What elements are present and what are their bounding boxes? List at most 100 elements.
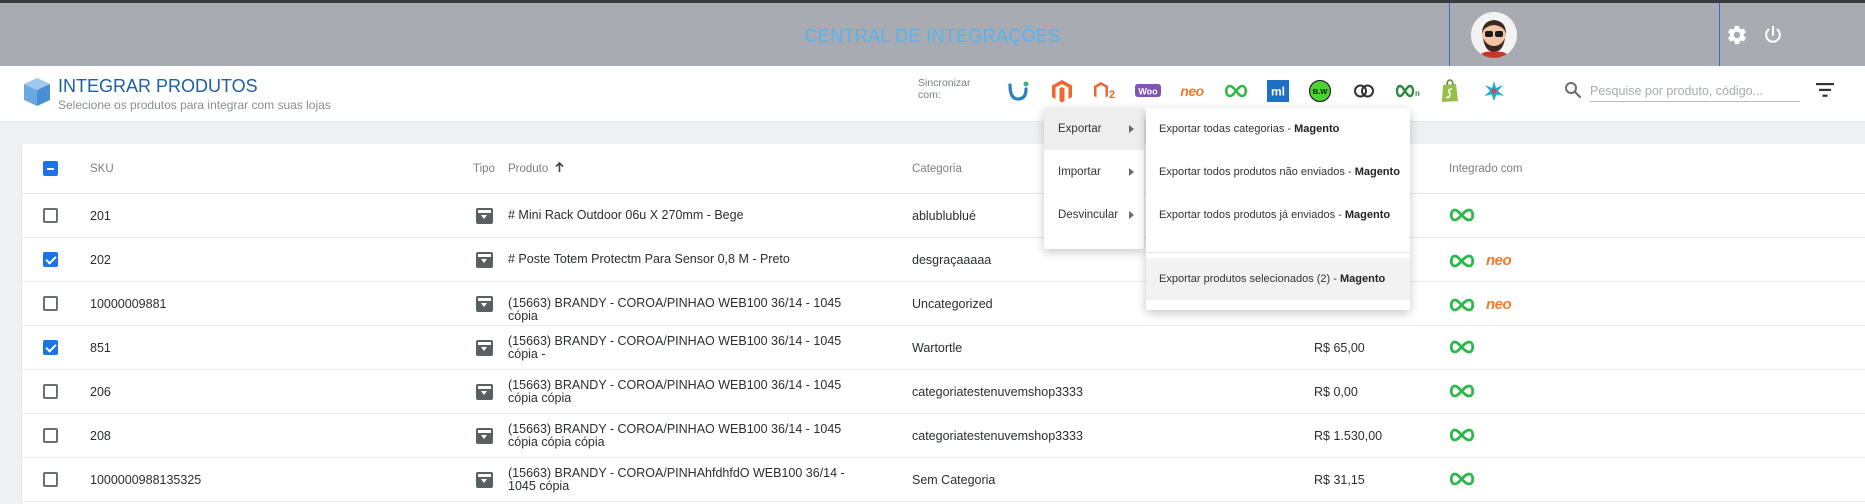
table-row[interactable]: 10000009881 (15663) BRANDY - COROA/PINHAO… [22, 282, 1865, 326]
menu-item-importar[interactable]: Importar [1044, 151, 1144, 193]
row-checkbox[interactable] [43, 340, 58, 355]
top-bar: CENTRAL DE INTEGRAÇÕES [0, 0, 1865, 66]
svg-text:Woo: Woo [1138, 87, 1158, 97]
sku-cell: 201 [90, 209, 111, 223]
infinity-icon[interactable] [1222, 78, 1250, 104]
product-cell[interactable]: (15663) BRANDY - COROA/PINHAO WEB100 36/… [508, 335, 868, 361]
category-cell: categoriatestenuvemshop3333 [912, 385, 1083, 399]
woocommerce-icon[interactable]: Woo [1134, 78, 1162, 104]
row-checkbox[interactable] [43, 296, 58, 311]
magento2-icon[interactable]: 2 [1092, 78, 1120, 104]
infinity-n-icon[interactable]: n [1394, 78, 1422, 104]
user-area[interactable] [1449, 3, 1720, 66]
row-checkbox[interactable] [43, 384, 58, 399]
product-type-icon [476, 296, 493, 312]
submenu-text: Exportar todos produtos não enviados - [1159, 166, 1355, 178]
table-row[interactable]: 1000000988135325 (15663) BRANDY - COROA/P… [22, 458, 1865, 502]
integrations-cell [1448, 472, 1476, 486]
table-row[interactable]: 851 (15663) BRANDY - COROA/PINHAO WEB100 … [22, 326, 1865, 370]
submenu-platform: Magento [1344, 209, 1391, 221]
row-checkbox[interactable] [43, 208, 58, 223]
page-subtitle: Selecione os produtos para integrar com … [58, 98, 331, 112]
filter-icon[interactable] [1815, 82, 1837, 100]
table-row[interactable]: 208 (15663) BRANDY - COROA/PINHAO WEB100 … [22, 414, 1865, 458]
search-box [1562, 78, 1802, 104]
table-row[interactable]: 201 # Mini Rack Outdoor 06u X 270mm - Beg… [22, 194, 1865, 238]
submenu-platform: Magento [1354, 166, 1400, 178]
shopify-icon[interactable] [1436, 78, 1464, 104]
sku-cell: 10000009881 [90, 297, 167, 311]
cube-icon [22, 76, 52, 108]
price-cell: R$ 0,00 [1314, 385, 1358, 399]
caret-right-icon [1129, 211, 1134, 219]
select-all-checkbox[interactable] [43, 161, 58, 176]
category-cell: categoriatestenuvemshop3333 [912, 429, 1083, 443]
mercadolivre-icon[interactable]: ml [1264, 78, 1292, 104]
product-cell[interactable]: (15663) BRANDY - COROA/PINHAO WEB100 36/… [508, 297, 868, 323]
integrations-cell [1448, 208, 1476, 222]
submenu-export-selected-products[interactable]: Exportar produtos selecionados (2) - Mag… [1146, 258, 1410, 300]
submenu-text: Exportar todos produtos já enviados - [1159, 209, 1345, 221]
table-header: SKU Tipo Produto Categoria Integrado com [22, 144, 1865, 194]
infinity-icon [1448, 472, 1476, 486]
integrations-cell [1448, 340, 1476, 354]
col-integrado[interactable]: Integrado com [1449, 144, 1523, 194]
svg-text:B.W: B.W [1313, 87, 1329, 96]
avatar[interactable] [1471, 12, 1517, 58]
col-produto[interactable]: Produto [508, 144, 565, 195]
product-type-icon [476, 428, 493, 444]
row-checkbox[interactable] [43, 428, 58, 443]
submenu-export-unsent-products[interactable]: Exportar todos produtos não enviados - M… [1146, 151, 1410, 193]
bw-icon[interactable]: B.W [1306, 78, 1334, 104]
row-checkbox[interactable] [43, 472, 58, 487]
search-input[interactable] [1590, 80, 1800, 102]
row-checkbox[interactable] [43, 252, 58, 267]
menu-item-label: Exportar [1058, 123, 1102, 135]
submenu-text: Exportar todas categorias - [1159, 123, 1295, 135]
submenu-platform: Magento [1339, 273, 1386, 285]
submenu-export-all-categories[interactable]: Exportar todas categorias - Magento [1146, 108, 1410, 150]
col-produto-label: Produto [508, 163, 549, 175]
links-icon[interactable] [1350, 78, 1378, 104]
gear-icon[interactable] [1726, 24, 1748, 46]
power-icon[interactable] [1762, 24, 1784, 46]
sku-cell: 1000000988135325 [90, 473, 202, 487]
menu-item-desvincular[interactable]: Desvincular [1044, 194, 1144, 236]
integrations-cell: neo [1448, 252, 1512, 269]
product-type-icon [476, 208, 493, 224]
svg-text:n: n [1415, 89, 1420, 98]
caret-right-icon [1129, 125, 1134, 133]
svg-text:ml: ml [1271, 85, 1285, 99]
col-sku[interactable]: SKU [90, 144, 114, 194]
submenu-export-sent-products[interactable]: Exportar todos produtos já enviados - Ma… [1146, 194, 1410, 236]
table-row[interactable]: 206 (15663) BRANDY - COROA/PINHAO WEB100 … [22, 370, 1865, 414]
product-cell[interactable]: (15663) BRANDY - COROA/PINHAhfdhfdO WEB1… [508, 467, 868, 493]
sku-cell: 208 [90, 429, 111, 443]
submenu-text: Exportar produtos selecionados (2) - [1159, 273, 1340, 285]
integrations-cell: neo [1448, 296, 1512, 313]
col-categoria[interactable]: Categoria [912, 144, 962, 194]
infinity-icon [1448, 340, 1476, 354]
sku-cell: 202 [90, 253, 111, 267]
product-cell[interactable]: (15663) BRANDY - COROA/PINHAO WEB100 36/… [508, 379, 868, 405]
sync-label: Sincronizar com: [918, 77, 971, 101]
menu-item-exportar[interactable]: Exportar [1044, 108, 1144, 150]
menu-item-label: Importar [1058, 166, 1101, 178]
neo-icon[interactable]: neo [1178, 78, 1206, 104]
integrations-cell [1448, 384, 1476, 398]
unified-icon[interactable] [1004, 78, 1032, 104]
star-icon[interactable] [1480, 78, 1508, 104]
sort-arrow-up-icon [555, 145, 565, 195]
product-cell[interactable]: # Mini Rack Outdoor 06u X 270mm - Bege [508, 209, 868, 222]
col-tipo[interactable]: Tipo [473, 144, 495, 194]
product-cell[interactable]: # Poste Totem Protectm Para Sensor 0,8 M… [508, 253, 868, 266]
table-row[interactable]: 202 # Poste Totem Protectm Para Sensor 0,… [22, 238, 1865, 282]
export-submenu: Exportar todas categorias - Magento Expo… [1146, 108, 1410, 310]
product-cell[interactable]: (15663) BRANDY - COROA/PINHAO WEB100 36/… [508, 423, 868, 449]
page-title: INTEGRAR PRODUTOS [58, 76, 258, 96]
integrations-cell [1448, 428, 1476, 442]
magento-icon[interactable] [1048, 78, 1076, 104]
price-cell: R$ 65,00 [1314, 341, 1365, 355]
actions-menu: Exportar Importar Desvincular [1044, 108, 1144, 249]
product-type-icon [476, 252, 493, 268]
